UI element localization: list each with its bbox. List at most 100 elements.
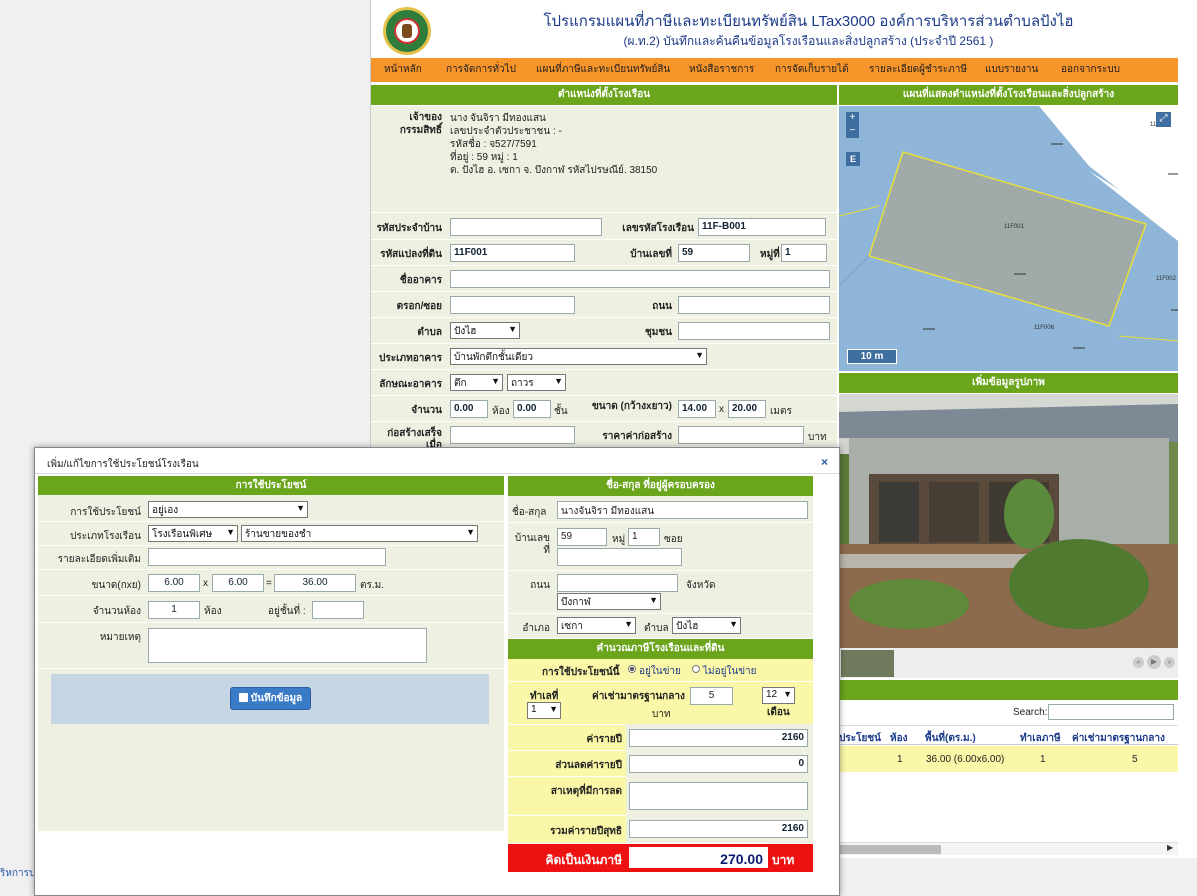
building-subtype-select[interactable]: ร้านขายของชำ xyxy=(241,525,478,542)
tambon-label: ตำบล xyxy=(417,327,442,338)
photo-thumbnail[interactable] xyxy=(841,650,894,677)
tambon-select[interactable]: ปังไฮ xyxy=(450,322,520,339)
save-button[interactable]: บันทึกข้อมูล xyxy=(230,687,311,710)
menu-reports[interactable]: แบบรายงาน xyxy=(985,62,1038,77)
menu-logout[interactable]: ออกจากระบบ xyxy=(1061,62,1120,77)
building-no-input[interactable]: 11F-B001 xyxy=(698,218,826,236)
annual-label: ค่ารายปี xyxy=(586,734,623,745)
occ-province-select[interactable]: บึงกาฬ xyxy=(557,593,661,610)
length-input[interactable]: 20.00 xyxy=(728,400,766,418)
menu-tax-map[interactable]: แผนที่ภาษีและทะเบียนทรัพย์สิน xyxy=(536,62,670,77)
zoom-in-button[interactable]: + xyxy=(846,112,859,125)
table-row[interactable] xyxy=(839,746,1178,772)
rooms-input[interactable]: 1 xyxy=(148,601,200,619)
occ-house-no-input[interactable]: 59 xyxy=(557,528,607,546)
size-label: ขนาด (กว้างxยาว) xyxy=(591,401,672,412)
occ-soi-input[interactable] xyxy=(557,548,682,566)
row-divider xyxy=(371,212,837,213)
owner-line-5: ต. ปังไฮ อ. เซกา จ. บึงกาฬ รหัสไปรษณีย์.… xyxy=(450,165,658,176)
col-area[interactable]: พื้นที่(ตร.ม.) xyxy=(925,731,976,746)
width-input[interactable]: 14.00 xyxy=(678,400,716,418)
house-code-input[interactable] xyxy=(450,218,602,236)
fullscreen-icon[interactable]: ⤢ xyxy=(1156,112,1171,127)
modal-close-icon[interactable]: × xyxy=(821,455,828,469)
occ-amphoe-select[interactable]: เซกา xyxy=(557,617,636,634)
scroll-right-icon[interactable]: ▶ xyxy=(1167,843,1173,852)
net-input[interactable]: 2160 xyxy=(629,820,808,838)
menu-documents[interactable]: หนังสือราชการ xyxy=(689,62,754,77)
rooms-input[interactable]: 0.00 xyxy=(513,400,551,418)
length-input[interactable]: 6.00 xyxy=(212,574,264,592)
house-no-input[interactable]: 59 xyxy=(678,244,750,262)
reason-textarea[interactable] xyxy=(629,782,808,810)
annual-input[interactable]: 2160 xyxy=(629,729,808,747)
row-divider xyxy=(371,343,837,344)
row-divider xyxy=(371,395,837,396)
occ-moo-input[interactable]: 1 xyxy=(628,528,660,546)
building-type-select[interactable]: โรงเรือนพิเศษ xyxy=(148,525,238,542)
tax-unit: บาท xyxy=(772,853,795,867)
row-divider xyxy=(508,522,813,523)
zone-select[interactable]: 1 xyxy=(527,702,561,719)
building-char-select-1[interactable]: ตึก xyxy=(450,374,503,391)
building-name-input[interactable] xyxy=(450,270,830,288)
community-label: ชุมชน xyxy=(644,327,672,338)
floors-input[interactable]: 0.00 xyxy=(450,400,488,418)
app-header: โปรแกรมแผนที่ภาษีและทะเบียนทรัพย์สิน LTa… xyxy=(371,0,1178,58)
use-select[interactable]: อยู่เอง xyxy=(148,501,308,518)
map-scale-bar: 10 m xyxy=(847,349,897,364)
parcel-label: รหัสแปลงที่ดิน xyxy=(380,249,442,260)
layer-switch-button[interactable]: E xyxy=(846,152,860,166)
cost-input[interactable] xyxy=(678,426,804,444)
months-select[interactable]: 12 xyxy=(762,687,795,704)
road-input[interactable] xyxy=(678,296,830,314)
occ-tambon-select[interactable]: ปังไฮ xyxy=(672,617,741,634)
community-input[interactable] xyxy=(678,322,830,340)
area-input[interactable]: 36.00 xyxy=(274,574,356,592)
soi-input[interactable] xyxy=(450,296,575,314)
photo-play-icon[interactable]: ▶ xyxy=(1147,655,1161,669)
scrollbar-thumb[interactable] xyxy=(839,845,941,854)
row-divider xyxy=(371,317,837,318)
radio-out-scope-label[interactable]: ไม่อยู่ในข่าย xyxy=(703,664,757,679)
photo-next-icon[interactable]: » xyxy=(1164,657,1175,668)
radio-in-scope-label[interactable]: อยู่ในข่าย xyxy=(639,664,681,679)
width-input[interactable]: 6.00 xyxy=(148,574,200,592)
menu-general[interactable]: การจัดการทั่วไป xyxy=(446,62,516,77)
map-view[interactable]: 11F001 11F002 11F006 11F005 + − E ⤢ 10 m xyxy=(839,106,1178,371)
note-textarea[interactable] xyxy=(148,628,427,663)
name-input[interactable]: นางจันจิรา มีทองแสน xyxy=(557,501,808,519)
tax-input[interactable]: 270.00 xyxy=(629,847,768,868)
app-subtitle: (ผ.ท.2) บันทึกและค้นคืนข้อมูลโรงเรือนและ… xyxy=(623,34,994,48)
discount-input[interactable]: 0 xyxy=(629,755,808,773)
col-rent[interactable]: ค่าเช่ามาตรฐานกลาง xyxy=(1072,731,1165,746)
col-zone[interactable]: ทำเลภาษี xyxy=(1020,731,1061,746)
built-input[interactable] xyxy=(450,426,575,444)
rent-input[interactable]: 5 xyxy=(690,687,733,705)
occ-road-input[interactable] xyxy=(557,574,678,592)
col-rooms[interactable]: ห้อง xyxy=(890,731,907,746)
menu-home[interactable]: หน้าหลัก xyxy=(384,62,422,77)
detail-input[interactable] xyxy=(148,548,386,566)
occ-house-no-label: บ้านเลขที่ xyxy=(514,533,550,556)
moo-input[interactable]: 1 xyxy=(781,244,827,262)
menu-revenue[interactable]: การจัดเก็บรายได้ xyxy=(775,62,849,77)
photo-prev-icon[interactable]: « xyxy=(1133,657,1144,668)
building-char-label: ลักษณะอาคาร xyxy=(379,379,442,390)
building-char-select-2[interactable]: ถาวร xyxy=(507,374,566,391)
radio-out-scope[interactable] xyxy=(692,665,700,673)
tax-label: คิดเป็นเงินภาษี xyxy=(545,853,622,867)
table-search-input[interactable] xyxy=(1048,704,1174,720)
parcel-input[interactable]: 11F001 xyxy=(450,244,575,262)
col-usage[interactable]: ประโยชน์ xyxy=(839,731,881,746)
use-label: การใช้ประโยชน์ xyxy=(70,507,141,518)
menu-taxpayer[interactable]: รายละเอียดผู้ชำระภาษี xyxy=(869,62,967,77)
cell-area: 36.00 (6.00x6.00) xyxy=(926,754,1005,765)
building-type-select[interactable]: บ้านพักตึกชั้นเดียว xyxy=(450,348,707,365)
calc-section-title: คำนวณภาษีโรงเรือนและที่ดิน xyxy=(508,639,813,659)
radio-in-scope[interactable] xyxy=(628,665,636,673)
horizontal-scrollbar[interactable]: ▶ xyxy=(839,842,1178,855)
occ-province-label: จังหวัด xyxy=(686,580,716,591)
zoom-out-button[interactable]: − xyxy=(846,125,859,138)
floor-input[interactable] xyxy=(312,601,364,619)
